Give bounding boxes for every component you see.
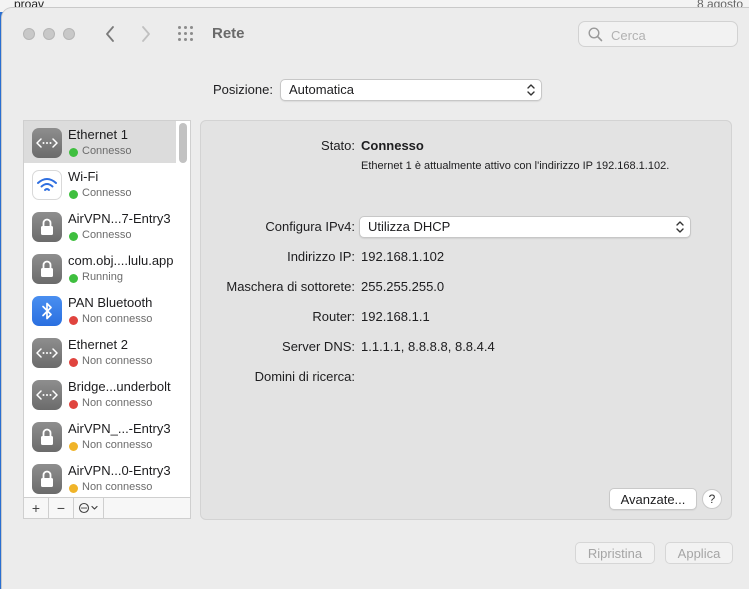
service-status: Non connesso: [82, 355, 153, 367]
dns-server-label: Server DNS:: [282, 339, 355, 354]
status-label: Stato:: [321, 138, 355, 153]
status-dot: [69, 232, 78, 241]
zoom-window-button[interactable]: [63, 28, 75, 40]
revert-button[interactable]: Ripristina: [575, 542, 655, 564]
service-name: AirVPN...7-Entry3: [68, 211, 171, 226]
service-status: Non connesso: [82, 481, 153, 493]
service-row-airvpn-1[interactable]: AirVPN...7-Entry3 Connesso: [24, 205, 176, 247]
lock-icon: [32, 254, 62, 284]
location-popup[interactable]: Automatica: [280, 79, 542, 101]
service-row-pan-bluetooth[interactable]: PAN Bluetooth Non connesso: [24, 289, 176, 331]
location-value: Automatica: [289, 82, 355, 97]
list-scrollbar[interactable]: [179, 123, 187, 163]
ethernet-icon: [32, 338, 62, 368]
subnet-mask-label: Maschera di sottorete:: [226, 279, 355, 294]
service-name: Wi-Fi: [68, 169, 99, 184]
status-description: Ethernet 1 è attualmente attivo con l'in…: [361, 160, 670, 172]
service-name: AirVPN_...-Entry3: [68, 421, 171, 436]
service-status: Running: [82, 271, 123, 283]
status-dot: [69, 484, 78, 493]
titlebar: Rete: [2, 8, 749, 60]
subnet-mask-value: 255.255.255.0: [361, 279, 445, 294]
back-button[interactable]: [99, 22, 121, 46]
apply-button[interactable]: Applica: [665, 542, 733, 564]
ip-address-value: 192.168.1.102: [361, 249, 445, 264]
service-row-wifi[interactable]: Wi-Fi Connesso: [24, 163, 176, 205]
search-input[interactable]: [609, 25, 733, 45]
service-status: Non connesso: [82, 313, 153, 325]
search-icon: [588, 27, 603, 42]
lock-icon: [32, 464, 62, 494]
service-row-airvpn-3[interactable]: AirVPN...0-Entry3 Non connesso: [24, 457, 176, 497]
help-button[interactable]: ?: [702, 489, 722, 509]
search-domains-label: Domini di ricerca:: [254, 369, 355, 384]
advanced-button[interactable]: Avanzate...: [609, 488, 697, 510]
network-preferences-window: Rete Posizione: Automatica Ethernet 1 Co…: [2, 8, 749, 589]
router-value: 192.168.1.1: [361, 309, 430, 324]
status-dot: [69, 274, 78, 283]
service-name: Ethernet 2: [68, 337, 128, 352]
status-dot: [69, 190, 78, 199]
status-value: Connesso: [361, 138, 424, 153]
close-window-button[interactable]: [23, 28, 35, 40]
dns-server-value: 1.1.1.1, 8.8.8.8, 8.8.4.4: [361, 339, 495, 354]
service-row-ethernet-2[interactable]: Ethernet 2 Non connesso: [24, 331, 176, 373]
status-dot: [69, 400, 78, 409]
updown-chevron-icon: [676, 221, 684, 233]
ethernet-icon: [32, 380, 62, 410]
status-dot: [69, 148, 78, 157]
window-title: Rete: [212, 25, 245, 42]
status-dot: [69, 316, 78, 325]
service-name: Bridge...underbolt: [68, 379, 171, 394]
service-list-toolbar: + −: [23, 498, 191, 519]
service-actions-menu-button[interactable]: [74, 498, 104, 518]
service-name: com.obj....lulu.app: [68, 253, 174, 268]
service-row-lulu[interactable]: com.obj....lulu.app Running: [24, 247, 176, 289]
service-list[interactable]: Ethernet 1 Connesso Wi-Fi Connesso AirVP…: [23, 120, 191, 498]
chevron-right-icon: [142, 26, 150, 42]
status-dot: [69, 442, 78, 451]
ipv4-config-popup[interactable]: Utilizza DHCP: [359, 216, 691, 238]
service-status: Non connesso: [82, 397, 153, 409]
service-name: AirVPN...0-Entry3: [68, 463, 171, 478]
lock-icon: [32, 212, 62, 242]
remove-service-button[interactable]: −: [49, 498, 74, 518]
wifi-icon: [32, 170, 62, 200]
status-dot: [69, 358, 78, 367]
add-service-button[interactable]: +: [24, 498, 49, 518]
chevron-left-icon: [106, 26, 114, 42]
ethernet-icon: [32, 128, 62, 158]
updown-chevron-icon: [527, 84, 535, 96]
location-label: Posizione:: [213, 82, 273, 97]
service-status: Connesso: [82, 145, 132, 157]
service-status: Connesso: [82, 187, 132, 199]
service-row-airvpn-2[interactable]: AirVPN_...-Entry3 Non connesso: [24, 415, 176, 457]
ipv4-config-value: Utilizza DHCP: [368, 219, 451, 234]
service-name: Ethernet 1: [68, 127, 128, 142]
show-all-grid-button[interactable]: [176, 24, 198, 44]
service-status: Connesso: [82, 229, 132, 241]
lock-icon: [32, 422, 62, 452]
router-label: Router:: [312, 309, 355, 324]
ipv4-config-label: Configura IPv4:: [265, 219, 355, 234]
forward-button[interactable]: [135, 22, 157, 46]
more-options-icon: [78, 502, 98, 514]
minimize-window-button[interactable]: [43, 28, 55, 40]
service-row-ethernet-1[interactable]: Ethernet 1 Connesso: [24, 121, 176, 163]
bluetooth-icon: [32, 296, 62, 326]
search-field[interactable]: [578, 21, 738, 47]
service-name: PAN Bluetooth: [68, 295, 153, 310]
service-row-thunderbolt-bridge[interactable]: Bridge...underbolt Non connesso: [24, 373, 176, 415]
service-details-panel: Stato: Connesso Ethernet 1 è attualmente…: [200, 120, 732, 520]
service-status: Non connesso: [82, 439, 153, 451]
ip-address-label: Indirizzo IP:: [287, 249, 355, 264]
